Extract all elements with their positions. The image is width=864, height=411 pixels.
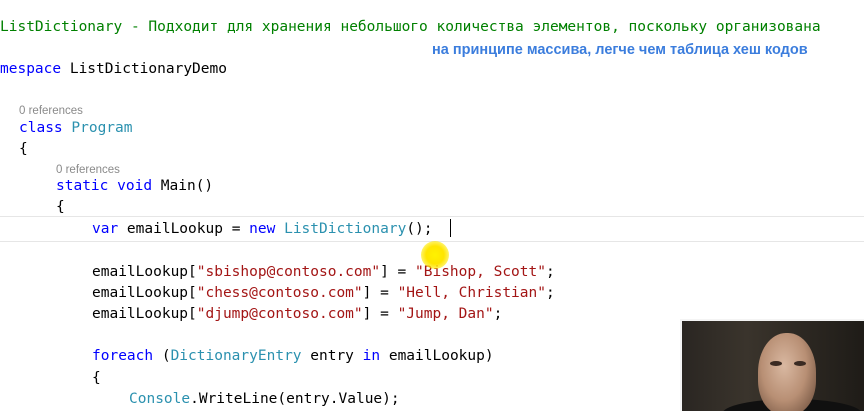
entry-value: "Jump, Dan" (397, 306, 494, 322)
entry-value: "Hell, Christian" (397, 285, 546, 301)
entry-assign: ] = (362, 285, 398, 301)
dictionary-entry-type: DictionaryEntry (170, 348, 302, 364)
entry-key: "chess@contoso.com" (196, 285, 363, 301)
console-call: .WriteLine(entry.Value); (190, 391, 400, 407)
video-caption-overlay: на принципе массива, легче чем таблица х… (432, 42, 808, 58)
class-name: Program (71, 120, 133, 136)
code-line-entry-2: emailLookup["chess@contoso.com"] = "Hell… (92, 283, 555, 304)
entry-prefix: emailLookup[ (92, 306, 197, 322)
presenter-eye-right (794, 361, 806, 366)
code-line-entry-3: emailLookup["djump@contoso.com"] = "Jump… (92, 304, 502, 325)
namespace-keyword: mespace (0, 61, 62, 77)
list-dictionary-type: ListDictionary (284, 221, 407, 237)
text-caret (450, 219, 451, 237)
entry-key: "djump@contoso.com" (196, 306, 363, 322)
new-keyword: new (249, 221, 276, 237)
open-brace: { (19, 141, 28, 157)
code-line-entry-1: emailLookup["sbishop@contoso.com"] = "Bi… (92, 262, 555, 283)
code-line-main-open-brace: { (56, 197, 65, 218)
entry-assign: ] = (380, 264, 416, 280)
code-line-class: class Program (19, 118, 133, 139)
code-line-var-declaration: var emailLookup = new ListDictionary(); (92, 219, 433, 240)
code-line-comment: ListDictionary - Подходит для хранения н… (0, 17, 821, 38)
code-line-class-open-brace: { (19, 139, 28, 160)
webcam-overlay (680, 319, 864, 411)
code-line-foreach: foreach (DictionaryEntry entry in emailL… (92, 346, 494, 367)
static-keyword: static (56, 178, 109, 194)
constructor-end: (); (406, 221, 433, 237)
entry-assign: ] = (362, 306, 398, 322)
main-signature: Main() (152, 178, 214, 194)
namespace-name: ListDictionaryDemo (61, 61, 227, 77)
open-brace: { (92, 370, 101, 386)
foreach-entry: entry (301, 348, 363, 364)
mouse-cursor-highlight (421, 241, 449, 269)
presenter-face (758, 333, 816, 411)
code-line-namespace: mespace ListDictionaryDemo (0, 59, 227, 80)
class-keyword: class (19, 120, 63, 136)
entry-prefix: emailLookup[ (92, 285, 197, 301)
entry-end: ; (545, 285, 555, 301)
in-keyword: in (362, 348, 381, 364)
entry-end: ; (545, 264, 555, 280)
code-line-console-writeline: Console.WriteLine(entry.Value); (129, 389, 400, 410)
open-brace: { (56, 199, 65, 215)
presenter-eye-left (770, 361, 782, 366)
foreach-open: ( (153, 348, 171, 364)
code-line-foreach-open-brace: { (92, 368, 101, 389)
var-keyword: var (92, 221, 119, 237)
code-line-main: static void Main() (56, 176, 213, 197)
void-keyword: void (117, 178, 153, 194)
console-type: Console (129, 391, 191, 407)
foreach-close: emailLookup) (380, 348, 494, 364)
comment-text: ListDictionary - Подходит для хранения н… (0, 19, 821, 35)
foreach-keyword: foreach (92, 348, 154, 364)
entry-key: "sbishop@contoso.com" (196, 264, 381, 280)
entry-end: ; (493, 306, 503, 322)
entry-prefix: emailLookup[ (92, 264, 197, 280)
var-declaration: emailLookup = (118, 221, 250, 237)
codelens-references-class[interactable]: 0 references (19, 103, 83, 119)
